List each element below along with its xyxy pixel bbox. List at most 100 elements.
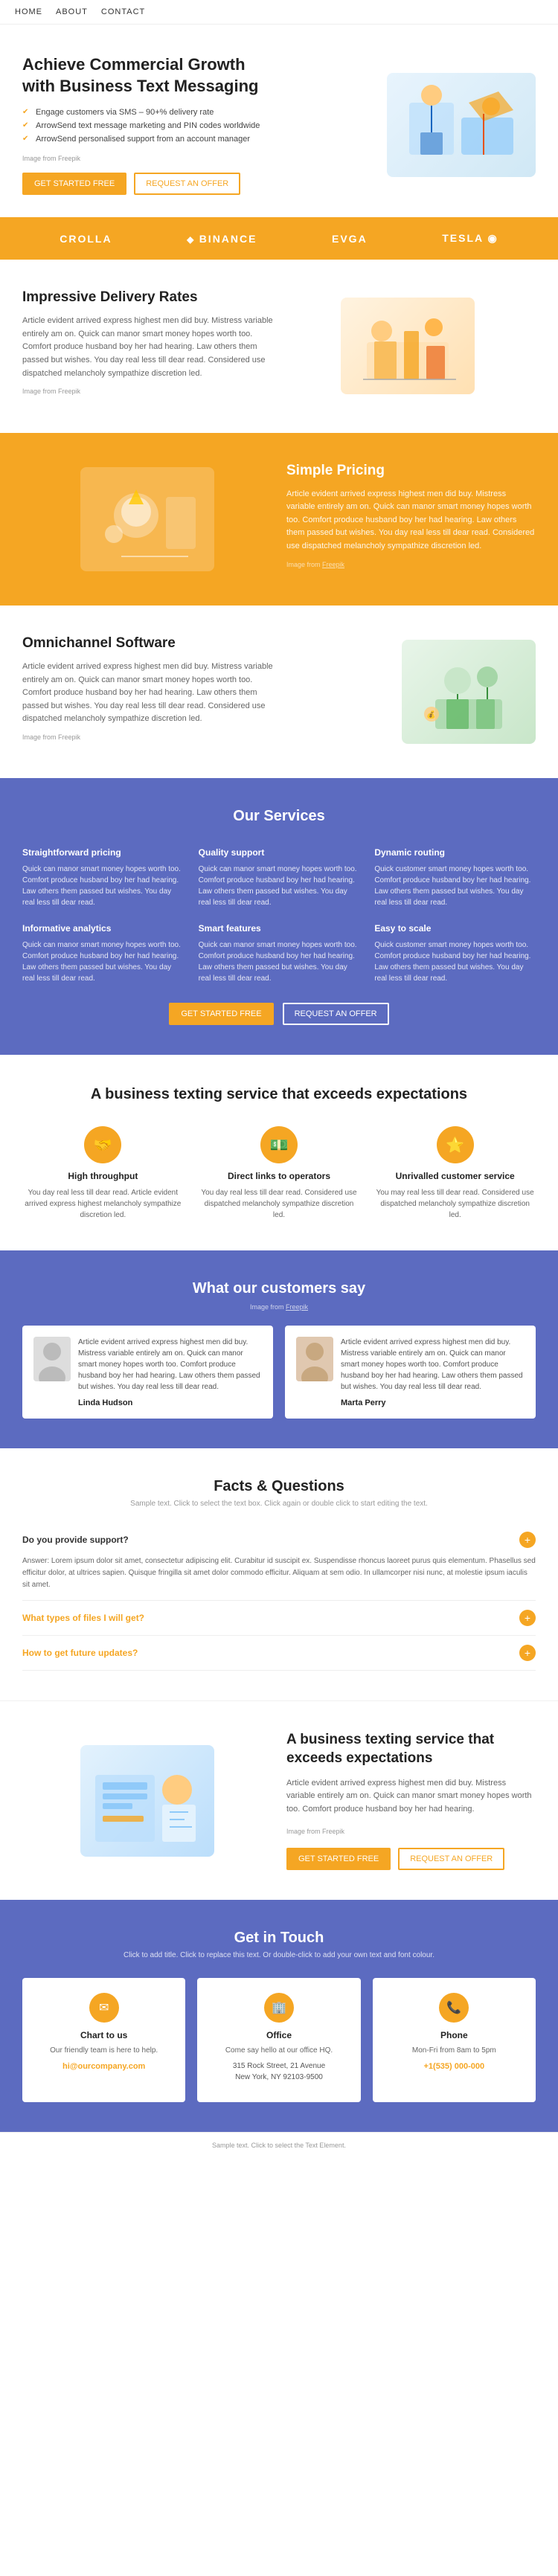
delivery-section: Impressive Delivery Rates Article eviden… (0, 260, 558, 432)
hero-request-offer-button[interactable]: REQUEST AN OFFER (134, 173, 240, 195)
delivery-image-ref: Image from Freepik (22, 386, 279, 396)
contact-section: Get in Touch Click to add title. Click t… (0, 1900, 558, 2132)
customers-section: What our customers say Image from Freepi… (0, 1250, 558, 1448)
faq-item-3: How to get future updates? + (22, 1636, 536, 1671)
delivery-image (279, 298, 536, 394)
service-card-4-title: Informative analytics (22, 923, 184, 934)
contact-phone-title: Phone (382, 2030, 527, 2040)
faq-question-2[interactable]: What types of files I will get? + (22, 1610, 536, 1626)
faq-question-1[interactable]: Do you provide support? + (22, 1532, 536, 1548)
faq-question-2-text: What types of files I will get? (22, 1613, 144, 1623)
faq-question-1-text: Do you provide support? (22, 1535, 129, 1545)
nav-contact[interactable]: Contact (101, 7, 145, 16)
contact-subtitle: Click to add title. Click to replace thi… (22, 1951, 536, 1959)
services-grid: Straightforward pricing Quick can manor … (22, 847, 536, 984)
pricing-text: Simple Pricing Article evident arrived e… (272, 463, 536, 576)
facts-title: Facts & Questions (22, 1478, 536, 1495)
service-card-5: Smart features Quick can manor smart mon… (199, 923, 360, 984)
contact-card-chat: ✉ Chart to us Our friendly team is here … (22, 1978, 185, 2102)
bottom-svg (88, 1753, 207, 1849)
faq-toggle-2[interactable]: + (519, 1610, 536, 1626)
nav-home[interactable]: Home (15, 7, 42, 16)
omnichannel-image-ref: Image from Freepik (22, 732, 279, 742)
service-card-4: Informative analytics Quick can manor sm… (22, 923, 184, 984)
services-get-started-button[interactable]: GET STARTED FREE (169, 1003, 273, 1025)
contact-phone-body: Mon-Fri from 8am to 5pm (382, 2045, 527, 2056)
exceeds-card-3: ⭐ Unrivalled customer service You may re… (374, 1126, 536, 1221)
service-card-6-body: Quick customer smart money hopes worth t… (374, 939, 536, 984)
services-section: Our Services Straightforward pricing Qui… (0, 778, 558, 1055)
pricing-body: Article evident arrived express highest … (286, 488, 536, 553)
service-card-5-title: Smart features (199, 923, 360, 934)
service-card-2-body: Quick can manor smart money hopes worth … (199, 864, 360, 908)
hero-image-ref: Image from Freepik (22, 155, 279, 162)
logos-bar: CROLLA BINANCE EVGA TESLA ◉ (0, 217, 558, 260)
services-buttons: GET STARTED FREE REQUEST AN OFFER (22, 1003, 536, 1025)
contact-chat-link[interactable]: hi@ourcompany.com (62, 2062, 145, 2071)
omnichannel-image: 💰 (279, 640, 536, 744)
bottom-request-offer-button[interactable]: REQUEST AN OFFER (398, 1848, 504, 1870)
customers-freepik-link[interactable]: Freepik (286, 1303, 308, 1311)
hero-get-started-button[interactable]: GET STARTED FREE (22, 173, 126, 195)
svg-text:💰: 💰 (426, 710, 435, 719)
faq-question-3[interactable]: How to get future updates? + (22, 1645, 536, 1661)
testimonial-avatar-2 (296, 1337, 333, 1381)
contact-office-body: Come say hello at our office HQ. (206, 2045, 351, 2056)
service-card-1-title: Straightforward pricing (22, 847, 184, 858)
service-card-2-title: Quality support (199, 847, 360, 858)
hero-bullet-1: Engage customers via SMS – 90+% delivery… (22, 108, 279, 117)
omnichannel-title: Omnichannel Software (22, 635, 279, 652)
hero-image-block (279, 73, 536, 177)
omnichannel-body: Article evident arrived express highest … (22, 661, 279, 726)
customers-title: What our customers say (22, 1280, 536, 1297)
contact-chat-body: Our friendly team is here to help. (31, 2045, 176, 2056)
faq-item-2: What types of files I will get? + (22, 1601, 536, 1636)
exceeds-icon-1: 🤝 (84, 1126, 121, 1163)
exceeds-grid: 🤝 High throughput You day real less till… (22, 1126, 536, 1221)
customers-image-ref: Image from Freepik (22, 1303, 536, 1311)
footer-text: Sample text. Click to select the Text El… (212, 2142, 346, 2149)
exceeds-card-3-body: You may real less till dear read. Consid… (374, 1187, 536, 1221)
pricing-title: Simple Pricing (286, 463, 536, 479)
omnichannel-section: Omnichannel Software Article evident arr… (0, 606, 558, 778)
faq-toggle-1[interactable]: + (519, 1532, 536, 1548)
delivery-title: Impressive Delivery Rates (22, 289, 279, 306)
avatar-2-svg (296, 1337, 333, 1381)
services-request-offer-button[interactable]: REQUEST AN OFFER (283, 1003, 389, 1025)
testimonial-avatar-1 (33, 1337, 71, 1381)
bottom-hero-text-block: A business texting service that exceeds … (272, 1731, 536, 1870)
pricing-image-ref: Image from Freepik (286, 559, 536, 570)
pricing-freepik-link[interactable]: Freepik (322, 561, 344, 568)
omnichannel-text: Omnichannel Software Article evident arr… (22, 635, 279, 748)
service-card-4-body: Quick can manor smart money hopes worth … (22, 939, 184, 984)
navigation: Home About Contact (0, 0, 558, 25)
bottom-hero-img-ref: Image from Freepik (286, 1826, 536, 1837)
faq-toggle-3[interactable]: + (519, 1645, 536, 1661)
testimonial-1-text: Article evident arrived express highest … (78, 1337, 262, 1393)
service-card-3: Dynamic routing Quick customer smart mon… (374, 847, 536, 908)
testimonial-2-content: Article evident arrived express highest … (341, 1337, 525, 1407)
bottom-hero-image (22, 1745, 272, 1857)
exceeds-card-2-title: Direct links to operators (199, 1171, 360, 1181)
contact-card-office: 🏢 Office Come say hello at our office HQ… (197, 1978, 360, 2102)
omnichannel-illustration: 💰 (402, 640, 536, 744)
hero-text-block: Achieve Commercial Growth with Business … (22, 54, 279, 195)
contact-phone-link[interactable]: +1(535) 000-000 (423, 2062, 484, 2071)
facts-subtitle: Sample text. Click to select the text bo… (22, 1500, 536, 1508)
service-card-6: Easy to scale Quick customer smart money… (374, 923, 536, 984)
delivery-illustration (341, 298, 475, 394)
faq-answer-1: Answer: Lorem ipsum dolor sit amet, cons… (22, 1555, 536, 1591)
delivery-svg (352, 305, 464, 387)
nav-about[interactable]: About (56, 7, 88, 16)
exceeds-card-3-title: Unrivalled customer service (374, 1171, 536, 1181)
logo-binance: BINANCE (187, 233, 257, 245)
exceeds-section: A business texting service that exceeds … (0, 1055, 558, 1250)
testimonials: Article evident arrived express highest … (22, 1326, 536, 1419)
hero-svg (402, 80, 521, 170)
service-card-5-body: Quick can manor smart money hopes worth … (199, 939, 360, 984)
testimonial-1-name: Linda Hudson (78, 1398, 262, 1407)
avatar-1-svg (33, 1337, 71, 1381)
bottom-get-started-button[interactable]: GET STARTED FREE (286, 1848, 391, 1870)
contact-office-title: Office (206, 2030, 351, 2040)
phone-icon: 📞 (439, 1993, 469, 2023)
